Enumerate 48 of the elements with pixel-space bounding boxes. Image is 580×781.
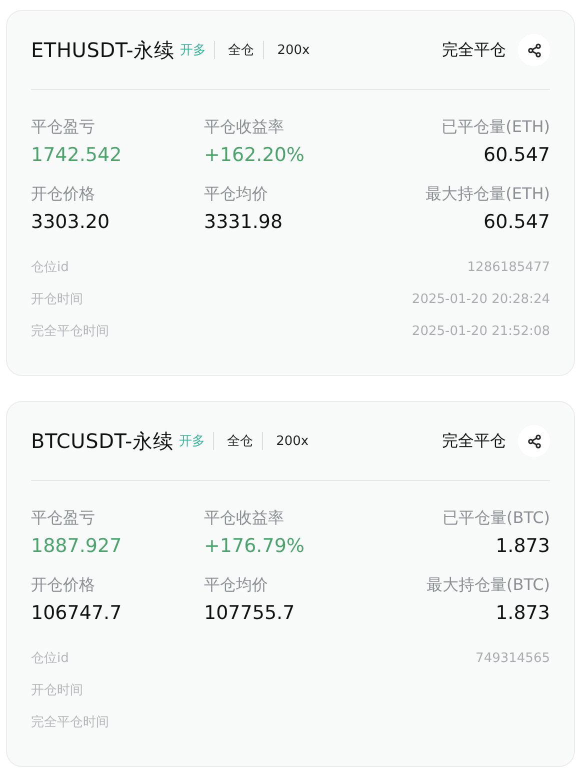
stat-value: 1742.542 [31, 144, 123, 166]
stat-label: 开仓价格 [31, 184, 96, 205]
margin-mode: 全仓 [214, 432, 264, 450]
detail-value: 1286185477 [467, 260, 550, 274]
stat-label: 平仓收益率 [204, 117, 284, 138]
share-button[interactable] [518, 34, 550, 66]
detail-value: 2025-01-20 20:28:24 [412, 292, 550, 306]
detail-value: 749314565 [476, 650, 550, 666]
leverage: 200x [275, 434, 309, 448]
stat-value: 1.873 [496, 602, 550, 624]
symbol-title: ETHUSDT-永续 [31, 36, 174, 64]
stat-label: 平仓均价 [204, 184, 268, 205]
stat-value: 1887.927 [31, 535, 123, 557]
stat-label: 已平仓量(BTC) [442, 508, 550, 529]
leverage: 200x [276, 42, 310, 58]
detail-label: 开仓时间 [31, 682, 83, 699]
detail-value: 2025-01-20 21:52:08 [412, 324, 550, 338]
share-button[interactable] [518, 425, 550, 457]
stat-value: 3331.98 [204, 211, 283, 233]
status-label: 完全平仓 [442, 40, 506, 60]
stat-value: +162.20% [204, 144, 304, 166]
detail-label: 完全平仓时间 [31, 714, 109, 731]
detail-label: 仓位id [31, 259, 69, 276]
stat-label: 平仓盈亏 [31, 508, 96, 529]
stat-label: 最大持仓量(ETH) [426, 184, 550, 205]
stat-label: 平仓收益率 [204, 508, 284, 529]
stat-label: 最大持仓量(BTC) [426, 575, 550, 596]
stat-value: 3303.20 [31, 211, 111, 233]
stat-label: 平仓均价 [204, 575, 268, 596]
stat-label: 已平仓量(ETH) [442, 117, 550, 138]
symbol-title: BTCUSDT-永续 [31, 428, 174, 454]
stat-value: +176.79% [204, 535, 304, 557]
detail-label: 仓位id [31, 650, 69, 667]
stat-value: 60.547 [484, 144, 550, 166]
stat-label: 平仓盈亏 [31, 117, 96, 138]
status-label: 完全平仓 [442, 430, 506, 452]
side-tag: 开多 [180, 41, 216, 59]
stat-label: 开仓价格 [31, 575, 96, 596]
detail-label: 完全平仓时间 [31, 323, 109, 340]
share-icon [526, 434, 542, 448]
side-tag: 开多 [179, 432, 214, 450]
stat-value: 107755.7 [204, 602, 295, 624]
detail-label: 开仓时间 [31, 291, 83, 308]
share-icon [526, 42, 542, 58]
stat-value: 1.873 [496, 535, 550, 557]
stat-value: 106747.7 [31, 602, 123, 624]
margin-mode: 全仓 [215, 41, 264, 59]
stat-value: 60.547 [484, 211, 550, 233]
